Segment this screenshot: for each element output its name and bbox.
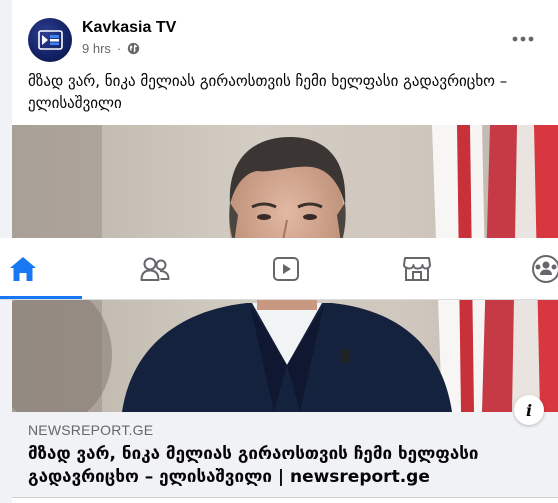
kavkasia-logo-icon (38, 30, 63, 50)
tab-watch[interactable] (255, 238, 317, 300)
card-divider (12, 497, 558, 503)
page-avatar[interactable] (28, 18, 72, 62)
post-options-button[interactable] (508, 27, 538, 51)
watch-icon (273, 257, 299, 281)
post-body-text: მზად ვარ, ნიკა მელიას გირაოსთვის ჩემი ხე… (28, 72, 508, 112)
info-button[interactable]: i (514, 395, 544, 425)
link-domain: NEWSREPORT.GE (28, 422, 154, 438)
marketplace-icon (403, 257, 431, 281)
info-icon: i (525, 400, 533, 420)
meta-separator: · (116, 41, 122, 56)
tab-home[interactable] (0, 238, 46, 300)
bottom-navigation-bar (0, 238, 558, 300)
tab-friends[interactable] (124, 238, 186, 300)
tab-groups[interactable] (528, 238, 558, 300)
groups-icon (532, 255, 558, 283)
more-horizontal-icon (512, 36, 534, 42)
post-timestamp[interactable]: 9 hrs (82, 41, 111, 56)
post-meta: 9 hrs · (82, 41, 140, 56)
tab-marketplace[interactable] (386, 238, 448, 300)
home-icon (10, 257, 36, 281)
globe-icon[interactable] (127, 42, 140, 55)
friends-icon (140, 257, 170, 281)
page-name-link[interactable]: Kavkasia TV (82, 19, 176, 37)
link-title[interactable]: მზად ვარ, ნიკა მელიას გირაოსთვის ჩემი ხე… (28, 443, 543, 489)
active-tab-indicator (0, 296, 82, 299)
